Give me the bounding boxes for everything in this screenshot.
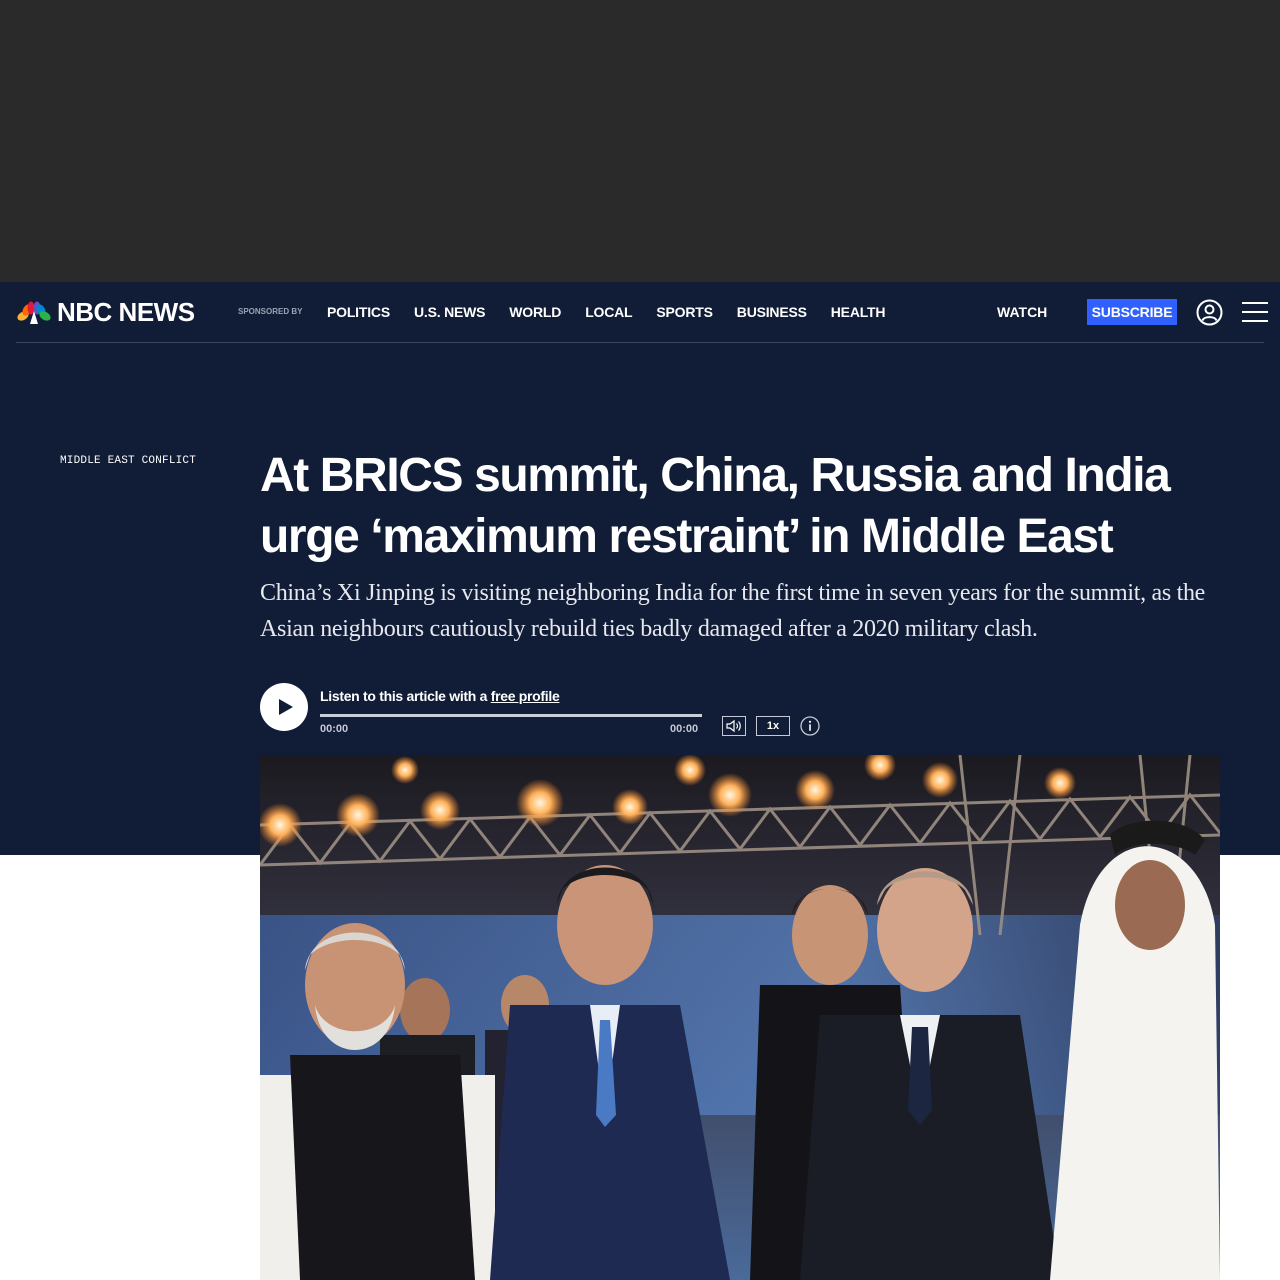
watch-link[interactable]: WATCH — [997, 303, 1047, 321]
play-icon — [279, 699, 293, 715]
article-dek: China’s Xi Jinping is visiting neighbori… — [260, 580, 1206, 642]
nbc-news-logo[interactable]: NBC NEWS — [16, 298, 195, 326]
hamburger-menu-icon[interactable] — [1242, 300, 1268, 324]
nav-item-us-news[interactable]: U.S. NEWS — [414, 303, 486, 321]
nav-item-politics[interactable]: POLITICS — [327, 303, 390, 321]
subscribe-button[interactable]: SUBSCRIBE — [1087, 299, 1177, 325]
ad-slot — [0, 0, 1280, 282]
article-headline: At BRICS summit, China, Russia and India… — [260, 449, 1171, 563]
playback-speed-button[interactable]: 1x — [756, 716, 790, 736]
lead-photo-illustration — [260, 755, 1220, 1280]
audio-current-time: 00:00 — [320, 723, 349, 735]
article-eyebrow[interactable]: MIDDLE EAST CONFLICT — [60, 454, 196, 468]
logo-wordmark: NBC NEWS — [57, 297, 195, 327]
lead-photo — [260, 755, 1220, 1280]
nav-item-world[interactable]: WORLD — [509, 303, 561, 321]
primary-nav: POLITICS U.S. NEWS WORLD LOCAL SPORTS BU… — [327, 303, 909, 321]
nav-item-business[interactable]: BUSINESS — [737, 303, 807, 321]
info-icon[interactable] — [800, 716, 820, 736]
listen-prompt: Listen to this article with a free profi… — [320, 687, 560, 705]
audio-total-time: 00:00 — [670, 723, 699, 735]
account-icon[interactable] — [1196, 299, 1223, 326]
peacock-icon — [17, 301, 51, 324]
play-button[interactable] — [260, 683, 308, 731]
speaker-icon — [726, 719, 741, 733]
site-navbar: NBC NEWS SPONSORED BY POLITICS U.S. NEWS… — [16, 282, 1268, 343]
sponsored-label: SPONSORED BY — [238, 307, 303, 316]
listen-prompt-text: Listen to this article with a — [320, 688, 491, 704]
nav-item-health[interactable]: HEALTH — [831, 303, 886, 321]
volume-button[interactable] — [722, 716, 746, 736]
nav-item-sports[interactable]: SPORTS — [656, 303, 713, 321]
nav-item-local[interactable]: LOCAL — [585, 303, 632, 321]
free-profile-link[interactable]: free profile — [491, 688, 560, 704]
audio-progress-bar[interactable] — [320, 714, 702, 717]
